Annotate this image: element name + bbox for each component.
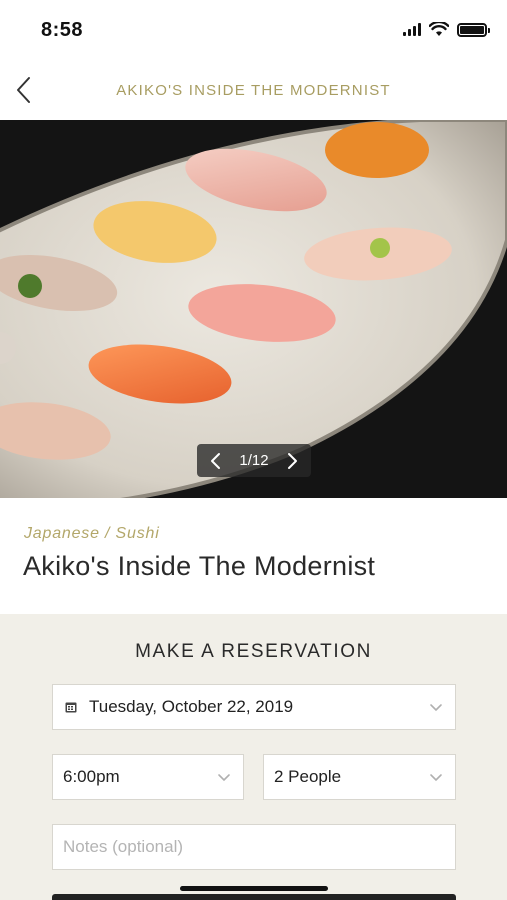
- restaurant-photo[interactable]: [0, 120, 507, 498]
- chevron-down-icon: [430, 774, 442, 782]
- time-value: 6:00pm: [63, 767, 120, 786]
- party-size-select[interactable]: 2 People: [263, 754, 456, 800]
- nav-title: AKIKO'S INSIDE THE MODERNIST: [116, 82, 391, 99]
- party-size-value: 2 People: [274, 767, 342, 786]
- home-indicator: [180, 886, 328, 891]
- sushi-plate-image: [0, 120, 507, 498]
- pager-count: 1/12: [239, 452, 269, 469]
- nav-bar: AKIKO'S INSIDE THE MODERNIST: [0, 60, 507, 120]
- chevron-left-icon[interactable]: [209, 452, 223, 470]
- time-select[interactable]: 6:00pm: [52, 754, 244, 800]
- restaurant-name: Akiko's Inside The Modernist: [23, 551, 376, 581]
- reserve-button[interactable]: [52, 894, 456, 900]
- battery-icon: [457, 22, 490, 37]
- chevron-right-icon[interactable]: [285, 452, 299, 470]
- status-icons: [403, 22, 490, 37]
- date-value: Tuesday, October 22, 2019: [89, 697, 294, 716]
- chevron-down-icon: [430, 704, 442, 712]
- chevron-down-icon: [218, 774, 230, 782]
- signal-icon: [403, 23, 421, 36]
- calendar-icon: [65, 702, 77, 713]
- reservation-panel: MAKE A RESERVATION Tuesday, October 22, …: [0, 614, 507, 900]
- notes-field[interactable]: [52, 824, 456, 870]
- status-bar: 8:58: [0, 0, 507, 60]
- wifi-icon: [429, 22, 449, 36]
- restaurant-info: Japanese / Sushi Akiko's Inside The Mode…: [0, 498, 507, 614]
- status-time: 8:58: [41, 19, 84, 41]
- gallery-pager: 1/12: [197, 444, 311, 477]
- notes-input[interactable]: [63, 837, 455, 857]
- date-select[interactable]: Tuesday, October 22, 2019: [52, 684, 456, 730]
- cuisine-label: Japanese / Sushi: [24, 525, 160, 542]
- reservation-heading: MAKE A RESERVATION: [135, 641, 372, 662]
